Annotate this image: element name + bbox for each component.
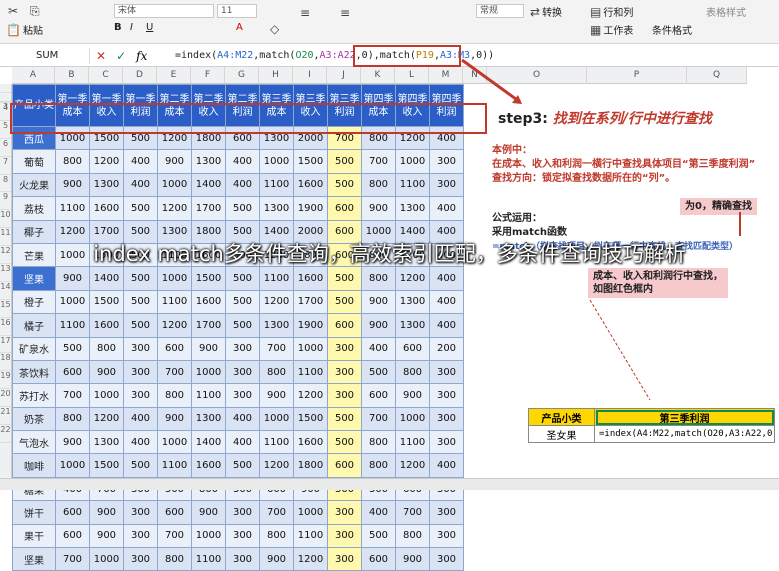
value-cell[interactable]: 900	[395, 547, 430, 571]
product-name-cell[interactable]: 果干	[12, 523, 56, 549]
value-cell[interactable]: 1100	[293, 523, 328, 549]
value-cell[interactable]: 900	[89, 523, 124, 549]
value-cell[interactable]: 800	[259, 523, 294, 549]
value-cell[interactable]: 300	[225, 500, 260, 525]
value-cell[interactable]: 900	[259, 547, 294, 571]
table-row: 坚果 700 1000 300 800 1100 300 900 1200 300 600 900 30…	[12, 547, 464, 571]
sheet-tabs	[0, 478, 779, 490]
value-cell[interactable]: 600	[361, 547, 396, 571]
value-cell[interactable]: 700	[259, 500, 294, 525]
value-cell[interactable]: 300	[327, 547, 362, 571]
arrow-formula-to-step	[461, 58, 521, 104]
lookup-header-category: 产品小类	[528, 408, 595, 426]
value-cell[interactable]: 900	[191, 500, 226, 525]
value-cell[interactable]: 400	[361, 500, 396, 525]
product-name-cell[interactable]: 饼干	[12, 500, 56, 525]
table-row: 果干 600 900 300 700 1000 300 800 1100 300 500 800 300	[12, 523, 464, 549]
value-cell[interactable]: 1000	[191, 523, 226, 549]
value-cell[interactable]: 300	[429, 523, 464, 549]
lookup-header-q3-profit: 第三季利润	[594, 408, 775, 426]
value-cell[interactable]: 600	[55, 500, 90, 525]
value-cell[interactable]: 300	[429, 547, 464, 571]
value-cell[interactable]: 800	[157, 547, 192, 571]
product-name-cell[interactable]: 坚果	[12, 547, 56, 571]
value-cell[interactable]: 700	[55, 547, 90, 571]
value-cell[interactable]: 1000	[293, 500, 328, 525]
value-cell[interactable]: 600	[55, 523, 90, 549]
value-cell[interactable]: 300	[225, 523, 260, 549]
value-cell[interactable]: 700	[157, 523, 192, 549]
value-cell[interactable]: 900	[89, 500, 124, 525]
value-cell[interactable]: 700	[395, 500, 430, 525]
value-cell[interactable]: 300	[123, 500, 158, 525]
value-cell[interactable]: 300	[123, 547, 158, 571]
value-cell[interactable]: 1100	[191, 547, 226, 571]
lookup-table: 产品小类 第三季利润 圣女果 =index(A4:M22,match(O20,A…	[528, 408, 775, 443]
value-cell[interactable]: 300	[327, 500, 362, 525]
value-cell[interactable]: 300	[327, 523, 362, 549]
value-cell[interactable]: 1200	[293, 547, 328, 571]
overlay-title: index match多条件查询，高效索引匹配，多条件查询技巧解析	[93, 242, 686, 266]
value-cell[interactable]: 500	[361, 523, 396, 549]
value-cell[interactable]: 600	[157, 500, 192, 525]
lookup-value-category[interactable]: 圣女果	[528, 425, 595, 443]
value-cell[interactable]: 300	[123, 523, 158, 549]
lookup-formula-cell[interactable]: =index(A4:M22,match(O20,A3:A22,0),	[594, 425, 775, 443]
value-cell[interactable]: 300	[225, 547, 260, 571]
table-row: 饼干 600 900 300 600 900 300 700 1000 300 400 700 300	[12, 500, 464, 525]
value-cell[interactable]: 300	[429, 500, 464, 525]
value-cell[interactable]: 800	[395, 523, 430, 549]
value-cell[interactable]: 1000	[89, 547, 124, 571]
dashed-connector	[589, 299, 651, 401]
